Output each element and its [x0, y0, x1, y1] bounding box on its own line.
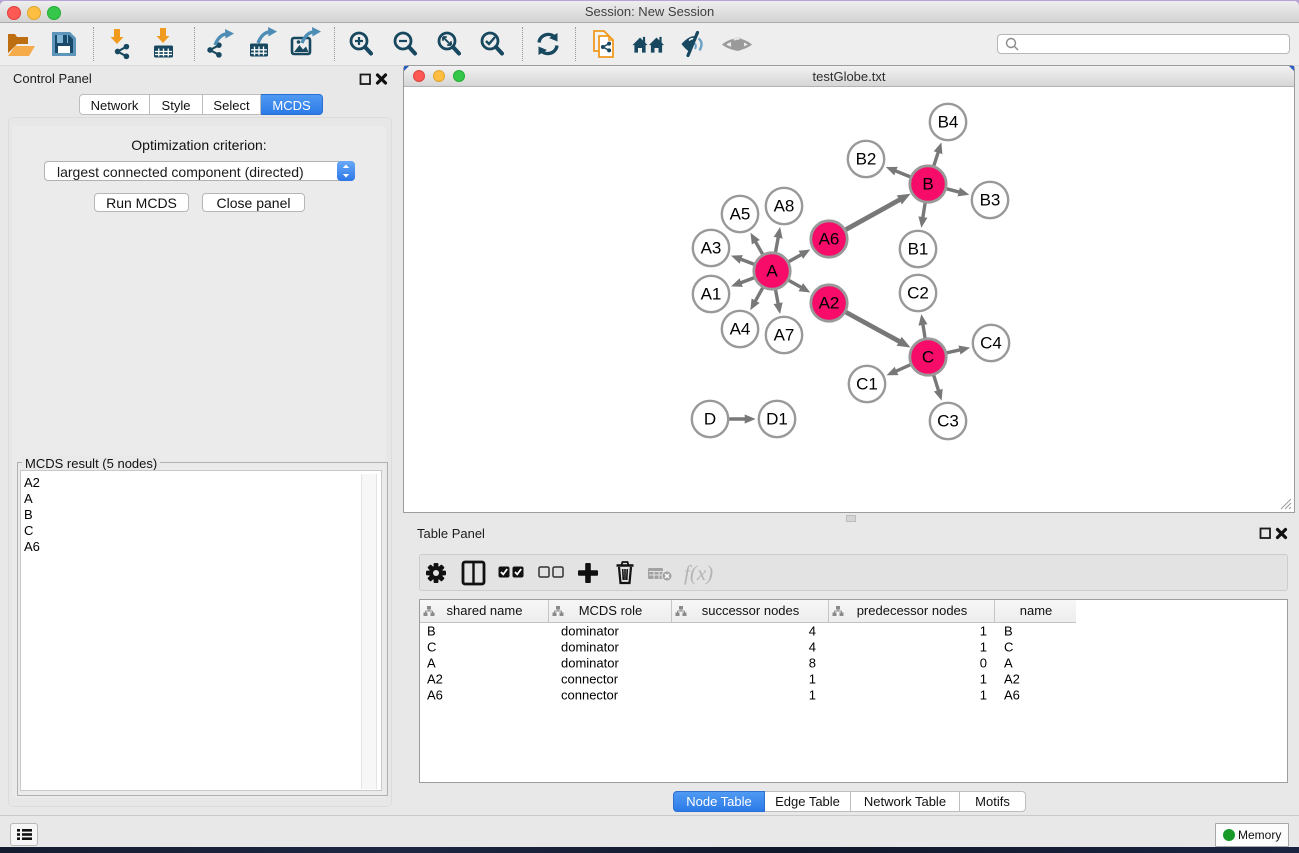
svg-text:1: 1 — [809, 688, 816, 703]
svg-text:4: 4 — [809, 640, 816, 655]
svg-text:1: 1 — [809, 672, 816, 687]
svg-text:C: C — [922, 348, 934, 367]
svg-text:A6: A6 — [819, 230, 840, 249]
svg-text:successor nodes: successor nodes — [702, 603, 800, 618]
svg-text:1: 1 — [980, 624, 987, 639]
svg-text:B4: B4 — [938, 113, 959, 132]
svg-text:connector: connector — [561, 672, 619, 687]
svg-text:A2: A2 — [427, 672, 443, 687]
svg-text:1: 1 — [980, 688, 987, 703]
svg-text:B3: B3 — [980, 191, 1001, 210]
svg-text:1: 1 — [980, 672, 987, 687]
svg-text:C: C — [427, 640, 436, 655]
svg-text:A7: A7 — [774, 326, 795, 345]
svg-text:C1: C1 — [856, 375, 878, 394]
svg-text:name: name — [1020, 603, 1053, 618]
svg-text:dominator: dominator — [561, 656, 619, 671]
svg-text:A8: A8 — [774, 197, 795, 216]
svg-text:dominator: dominator — [561, 624, 619, 639]
svg-text:C4: C4 — [980, 334, 1002, 353]
svg-text:connector: connector — [561, 688, 619, 703]
svg-text:C3: C3 — [937, 412, 959, 431]
svg-text:A5: A5 — [730, 205, 751, 224]
svg-text:A6: A6 — [427, 688, 443, 703]
svg-text:A3: A3 — [701, 239, 722, 258]
svg-text:8: 8 — [809, 656, 816, 671]
svg-text:4: 4 — [809, 624, 816, 639]
svg-text:A1: A1 — [701, 285, 722, 304]
svg-text:A: A — [427, 656, 436, 671]
svg-text:A2: A2 — [819, 294, 840, 313]
svg-text:A: A — [1004, 656, 1013, 671]
svg-text:C2: C2 — [907, 284, 929, 303]
svg-text:D: D — [704, 410, 716, 429]
svg-text:B1: B1 — [908, 240, 929, 259]
svg-text:shared name: shared name — [447, 603, 523, 618]
svg-text:predecessor nodes: predecessor nodes — [857, 603, 968, 618]
svg-text:C: C — [1004, 640, 1013, 655]
svg-text:A6: A6 — [1004, 688, 1020, 703]
svg-text:A4: A4 — [730, 320, 751, 339]
svg-text:D1: D1 — [766, 410, 788, 429]
svg-text:1: 1 — [980, 640, 987, 655]
svg-text:0: 0 — [980, 656, 987, 671]
svg-text:B: B — [1004, 624, 1013, 639]
svg-text:B2: B2 — [856, 150, 877, 169]
svg-text:B: B — [922, 175, 933, 194]
svg-text:A2: A2 — [1004, 672, 1020, 687]
svg-text:A: A — [766, 262, 778, 281]
svg-text:dominator: dominator — [561, 640, 619, 655]
svg-text:B: B — [427, 624, 436, 639]
svg-text:f(x): f(x) — [684, 561, 713, 585]
svg-text:MCDS role: MCDS role — [579, 603, 643, 618]
